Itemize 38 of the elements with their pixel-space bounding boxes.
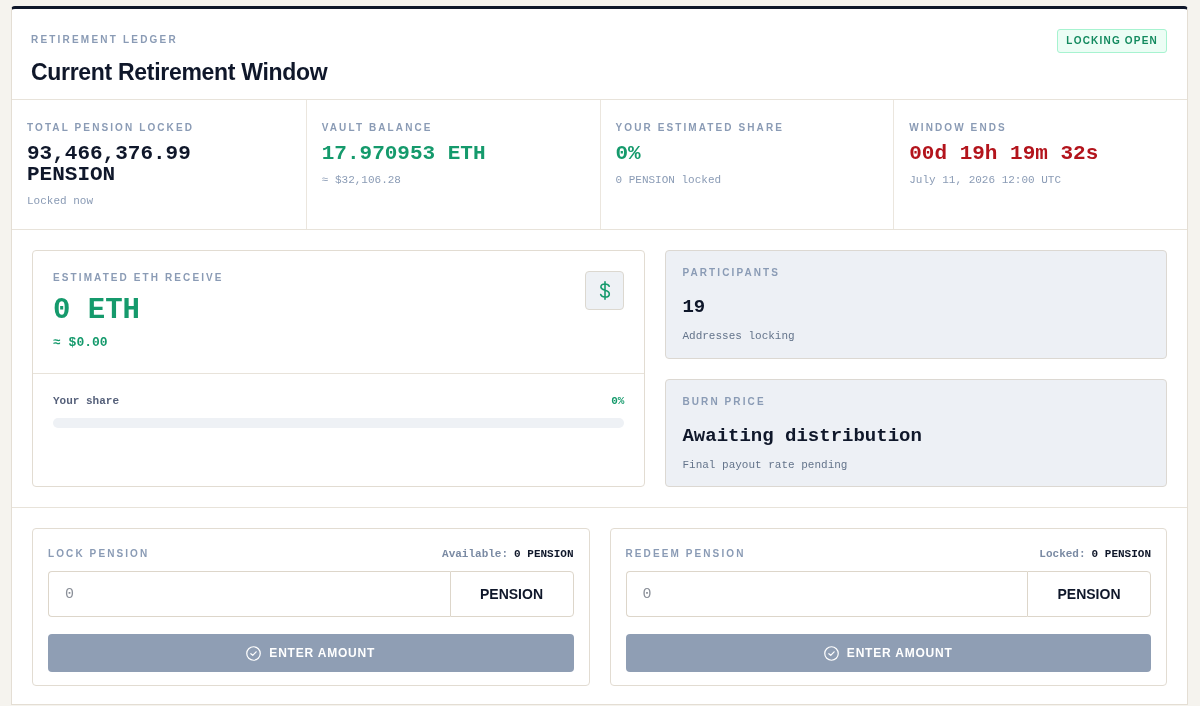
stat-label: VAULT BALANCE [321, 122, 434, 134]
stat-caption: Locked now [27, 194, 94, 208]
estimate-value: 0 ETH [53, 294, 141, 328]
status-badge: LOCKING OPEN [1057, 29, 1167, 53]
estimate-label: ESTIMATED ETH RECEIVE [53, 272, 225, 284]
currency-button[interactable] [585, 271, 625, 310]
balance-label: Locked: [1039, 547, 1086, 561]
action-title: REDEEM PENSION [625, 548, 746, 560]
stat-caption: 0 PENSION locked [615, 173, 723, 187]
stat-label: TOTAL PENSION LOCKED [27, 122, 195, 134]
stat-label: YOUR ESTIMATED SHARE [615, 122, 785, 134]
stat-value: 17.970953 ETH [321, 143, 487, 164]
check-circle-icon [246, 645, 262, 661]
balance-value: 0 PENSION [1091, 547, 1151, 561]
stat-caption: July 11, 2026 12:00 UTC [909, 173, 1063, 187]
stat-value: 0% [615, 143, 642, 164]
balance-label: Available: [442, 547, 509, 561]
info-caption: Final payout rate pending [682, 457, 849, 472]
unit-label: PENSION [1027, 571, 1151, 617]
info-label: BURN PRICE [682, 395, 767, 408]
stat-value: 93,466,376.99 PENSION [27, 143, 192, 185]
action-title: LOCK PENSION [48, 548, 150, 560]
stat-caption: ≈ $32,106.28 [321, 173, 402, 187]
stat-value: 00d 19h 19m 32s [909, 143, 1100, 164]
unit-label: PENSION [449, 571, 574, 617]
estimate-usd: ≈ $0.00 [53, 335, 109, 351]
info-value: 19 [682, 295, 707, 319]
check-circle-icon [823, 645, 839, 661]
section-eyebrow: RETIREMENT LEDGER [31, 34, 178, 46]
page-title: Current Retirement Window [31, 58, 328, 86]
stat-label: WINDOW ENDS [909, 122, 1008, 134]
share-percent: 0% [611, 394, 625, 408]
balance-value: 0 PENSION [514, 547, 574, 561]
info-label: PARTICIPANTS [682, 267, 782, 279]
share-label: Your share [53, 394, 119, 408]
info-value: Awaiting distribution [682, 423, 923, 448]
info-caption: Addresses locking [682, 329, 796, 343]
dollar-icon [598, 281, 611, 300]
